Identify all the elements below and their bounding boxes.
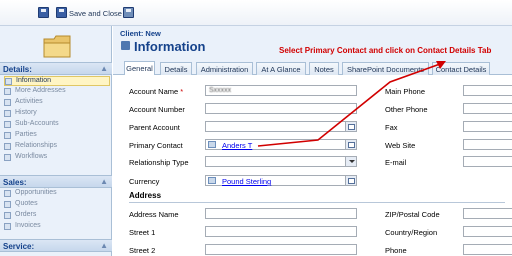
other-phone-field[interactable] bbox=[463, 103, 512, 114]
page-title: Information bbox=[134, 39, 206, 54]
relationships-icon bbox=[4, 143, 11, 150]
quotes-icon bbox=[4, 201, 11, 208]
phone-field[interactable] bbox=[463, 244, 512, 255]
tab-general[interactable]: General bbox=[124, 61, 155, 76]
nav-item-invoices[interactable]: Invoices bbox=[4, 222, 110, 232]
currency-link[interactable]: Pound Sterling bbox=[222, 177, 271, 186]
workflows-icon bbox=[4, 154, 11, 161]
relationship-type-select[interactable] bbox=[205, 156, 357, 167]
account-name-field[interactable]: Sxxxxx bbox=[205, 85, 357, 96]
service-nav-header[interactable]: Service: ▲ bbox=[0, 239, 112, 252]
nav-item-activities[interactable]: Activities bbox=[4, 98, 110, 108]
address-name-field[interactable] bbox=[205, 208, 357, 219]
save-and-close-button[interactable]: Save and Close bbox=[69, 9, 122, 18]
save-icon[interactable] bbox=[38, 7, 49, 18]
country-label: Country/Region bbox=[385, 228, 438, 237]
parties-icon bbox=[4, 132, 11, 139]
street1-label: Street 1 bbox=[129, 228, 156, 237]
currency-label: Currency bbox=[129, 177, 160, 186]
street2-field[interactable] bbox=[205, 244, 357, 255]
general-form: Account Name * Account Number Parent Acc… bbox=[113, 75, 512, 256]
web-site-field[interactable] bbox=[463, 139, 512, 150]
tab-contact-details[interactable]: Contact Details bbox=[432, 62, 490, 75]
account-name-value: Sxxxxx bbox=[209, 87, 232, 94]
fax-label: Fax bbox=[385, 123, 398, 132]
chevron-down-icon[interactable] bbox=[121, 41, 130, 50]
street2-label: Street 2 bbox=[129, 246, 156, 255]
account-name-label: Account Name * bbox=[129, 87, 184, 96]
save-and-new-icon[interactable] bbox=[123, 7, 134, 18]
address-name-label: Address Name bbox=[129, 210, 179, 219]
street1-field[interactable] bbox=[205, 226, 357, 237]
relationship-type-label: Relationship Type bbox=[129, 158, 189, 167]
fax-field[interactable] bbox=[463, 121, 512, 132]
account-number-label: Account Number bbox=[129, 105, 185, 114]
information-icon bbox=[5, 78, 12, 85]
tab-bar: General Details Administration At A Glan… bbox=[113, 60, 512, 76]
lookup-icon[interactable] bbox=[345, 140, 356, 149]
entity-label: Client: New bbox=[120, 29, 161, 38]
main-phone-label: Main Phone bbox=[385, 87, 426, 96]
toolbar: Save and Close bbox=[0, 0, 512, 26]
email-label: E-mail bbox=[385, 158, 407, 167]
zip-field[interactable] bbox=[463, 208, 512, 219]
web-site-label: Web Site bbox=[385, 141, 416, 150]
nav-item-orders[interactable]: Orders bbox=[4, 211, 110, 221]
nav-item-parties[interactable]: Parties bbox=[4, 131, 110, 141]
email-field[interactable] bbox=[463, 156, 512, 167]
folder-icon bbox=[43, 35, 71, 58]
instruction-annotation: Select Primary Contact and click on Cont… bbox=[279, 46, 492, 55]
tab-notes[interactable]: Notes bbox=[309, 62, 339, 75]
required-mark: * bbox=[180, 87, 184, 96]
nav-item-information[interactable]: Information bbox=[4, 76, 110, 86]
tab-at-a-glance[interactable]: At A Glance bbox=[256, 62, 306, 75]
tab-administration[interactable]: Administration bbox=[196, 62, 253, 75]
sub-accounts-icon bbox=[4, 121, 11, 128]
activities-icon bbox=[4, 99, 11, 106]
nav-item-quotes[interactable]: Quotes bbox=[4, 200, 110, 210]
more-addresses-icon bbox=[4, 88, 11, 95]
nav-item-history[interactable]: History bbox=[4, 109, 110, 119]
zip-label: ZIP/Postal Code bbox=[385, 210, 440, 219]
other-phone-label: Other Phone bbox=[385, 105, 428, 114]
tab-details[interactable]: Details bbox=[160, 62, 192, 75]
contact-icon bbox=[208, 141, 216, 148]
primary-contact-label: Primary Contact bbox=[129, 141, 183, 150]
account-number-field[interactable] bbox=[205, 103, 357, 114]
address-section-title: Address bbox=[129, 191, 162, 200]
primary-contact-link[interactable]: Anders T bbox=[222, 141, 252, 150]
country-field[interactable] bbox=[463, 226, 512, 237]
currency-icon bbox=[208, 177, 216, 184]
form-header: Client: New Information Select Primary C… bbox=[113, 26, 512, 60]
main-phone-field[interactable] bbox=[463, 85, 512, 96]
lookup-icon[interactable] bbox=[345, 176, 356, 185]
tab-sharepoint-documents[interactable]: SharePoint Documents bbox=[342, 62, 429, 75]
primary-contact-field[interactable]: Anders T bbox=[205, 139, 357, 150]
phone-label: Phone bbox=[385, 246, 407, 255]
nav-item-opportunities[interactable]: Opportunities bbox=[4, 189, 110, 199]
parent-account-label: Parent Account bbox=[129, 123, 180, 132]
lookup-icon[interactable] bbox=[345, 122, 356, 131]
opportunities-icon bbox=[4, 190, 11, 197]
nav-item-sub-accounts[interactable]: Sub-Accounts bbox=[4, 120, 110, 130]
nav-item-more-addresses[interactable]: More Addresses bbox=[4, 87, 110, 97]
save-and-close-icon[interactable] bbox=[56, 7, 67, 18]
history-icon bbox=[4, 110, 11, 117]
currency-field[interactable]: Pound Sterling bbox=[205, 175, 357, 186]
orders-icon bbox=[4, 212, 11, 219]
nav-item-workflows[interactable]: Workflows bbox=[4, 153, 110, 163]
details-nav-header[interactable]: Details: ▲ bbox=[0, 62, 112, 75]
section-divider bbox=[129, 202, 505, 203]
chevron-down-icon[interactable] bbox=[345, 157, 356, 166]
parent-account-field[interactable] bbox=[205, 121, 357, 132]
sales-nav-header[interactable]: Sales: ▲ bbox=[0, 175, 112, 188]
nav-item-relationships[interactable]: Relationships bbox=[4, 142, 110, 152]
invoices-icon bbox=[4, 223, 11, 230]
left-navigation: Details: ▲ Information More Addresses Act… bbox=[0, 26, 112, 256]
